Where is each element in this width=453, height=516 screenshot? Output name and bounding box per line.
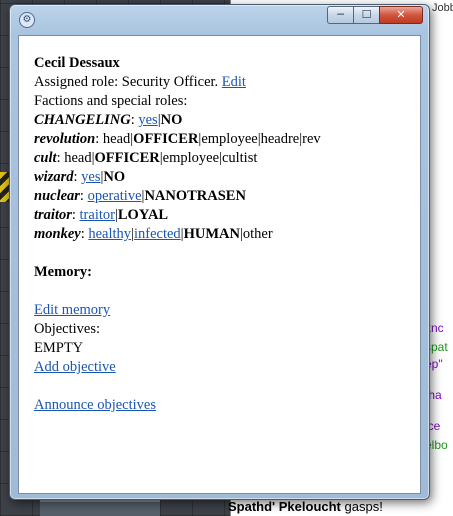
- revolution-label: revolution: [34, 131, 96, 147]
- objectives-value: EMPTY: [34, 340, 84, 356]
- nuclear-row: nuclear: operative|NANOTRASEN: [34, 188, 246, 204]
- traitor-link[interactable]: traitor: [80, 207, 115, 223]
- announce-objectives-link[interactable]: Announce objectives: [34, 397, 156, 413]
- changeling-row: CHANGELING: yes|NO: [34, 112, 183, 128]
- title-bar[interactable]: ⚙ ─ ☐ ✕: [10, 5, 429, 31]
- memory-heading: Memory:: [34, 264, 92, 280]
- cult-officer: OFFICER: [94, 150, 160, 166]
- game-console: [40, 500, 160, 516]
- close-button[interactable]: ✕: [379, 6, 423, 24]
- minimize-button[interactable]: ─: [327, 6, 353, 24]
- nuclear-nanotrasen: NANOTRASEN: [144, 188, 246, 204]
- window-controls: ─ ☐ ✕: [327, 6, 423, 24]
- cult-head[interactable]: head: [64, 150, 91, 166]
- traitor-label: traitor: [34, 207, 72, 223]
- traitor-panel-window: ⚙ ─ ☐ ✕ Cecil Dessaux Assigned role: Sec…: [9, 4, 430, 500]
- monkey-healthy-link[interactable]: healthy: [88, 226, 131, 242]
- nuclear-operative-link[interactable]: operative: [88, 188, 142, 204]
- wizard-yes-link[interactable]: yes: [81, 169, 100, 185]
- chat-action: gasps!: [340, 499, 383, 514]
- changeling-yes-link[interactable]: yes: [138, 112, 157, 128]
- cult-label: cult: [34, 150, 57, 166]
- traitor-row: traitor: traitor|LOYAL: [34, 207, 169, 223]
- revolution-head[interactable]: head: [103, 131, 130, 147]
- revolution-employee[interactable]: employee: [201, 131, 257, 147]
- objectives-heading: Objectives:: [34, 321, 101, 337]
- monkey-label: monkey: [34, 226, 81, 242]
- edit-role-link[interactable]: Edit: [222, 74, 246, 90]
- wizard-no: NO: [103, 169, 126, 185]
- monkey-infected-link[interactable]: infected: [134, 226, 181, 242]
- traitor-loyal: LOYAL: [117, 207, 169, 223]
- revolution-officer: OFFICER: [133, 131, 199, 147]
- wizard-row: wizard: yes|NO: [34, 169, 126, 185]
- cult-employee[interactable]: employee: [163, 150, 219, 166]
- chat-speaker: Spathd' Pkeloucht: [228, 499, 341, 514]
- factions-heading: Factions and special roles:: [34, 93, 188, 109]
- maximize-button[interactable]: ☐: [353, 6, 379, 24]
- monkey-row: monkey: healthy|infected|HUMAN|other: [34, 226, 273, 242]
- add-objective-link[interactable]: Add objective: [34, 359, 116, 375]
- panel-content: Cecil Dessaux Assigned role: Security Of…: [18, 35, 421, 494]
- cult-cultist[interactable]: cultist: [222, 150, 257, 166]
- assigned-role: Assigned role: Security Officer.: [34, 74, 219, 90]
- changeling-no: NO: [160, 112, 183, 128]
- app-icon: ⚙: [19, 12, 35, 28]
- wizard-label: wizard: [34, 169, 74, 185]
- monkey-other[interactable]: other: [243, 226, 273, 242]
- edit-memory-link[interactable]: Edit memory: [34, 302, 110, 318]
- revolution-rev[interactable]: rev: [302, 131, 321, 147]
- monkey-human: HUMAN: [183, 226, 240, 242]
- cult-row: cult: head|OFFICER|employee|cultist: [34, 150, 258, 166]
- chat-message: Spathd' Pkeloucht gasps!: [228, 499, 383, 514]
- changeling-label: CHANGELING: [34, 112, 131, 128]
- chat-top-text: Jobba: [432, 2, 453, 14]
- revolution-headre[interactable]: headre: [261, 131, 300, 147]
- revolution-row: revolution: head|OFFICER|employee|headre…: [34, 131, 321, 147]
- character-name: Cecil Dessaux: [34, 55, 120, 71]
- nuclear-label: nuclear: [34, 188, 80, 204]
